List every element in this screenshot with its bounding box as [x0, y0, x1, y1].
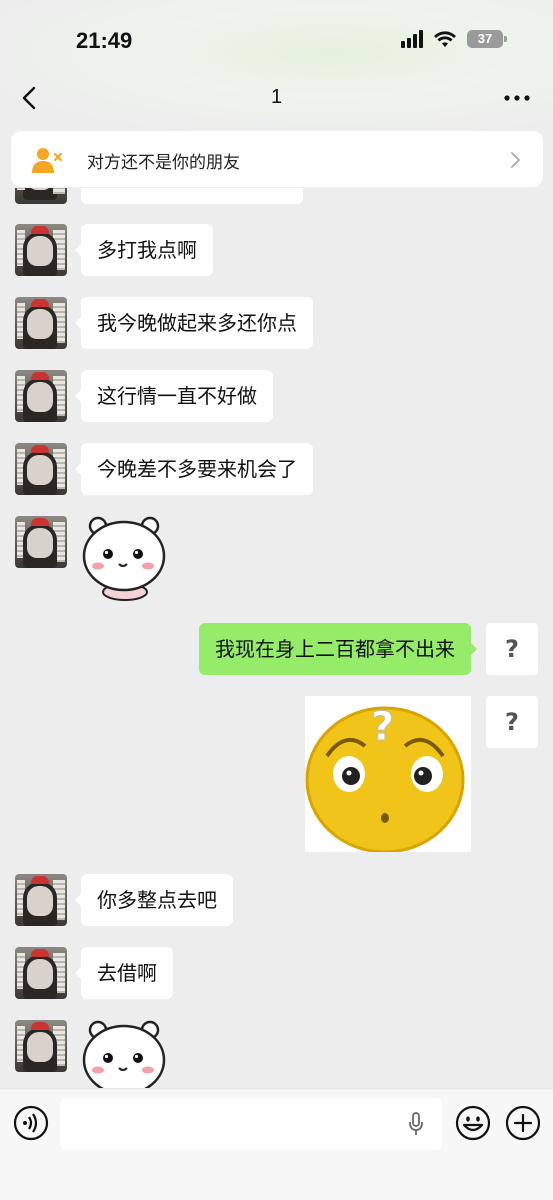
chat-list[interactable]: 多打我点啊 我今晚做起来多还你点 这行情一直不好做 今晚差不多要来机会了 我现在…	[0, 188, 553, 1088]
message-bubble[interactable]: 我今晚做起来多还你点	[75, 297, 313, 349]
input-bar	[0, 1088, 553, 1200]
avatar[interactable]	[15, 370, 67, 422]
message-input[interactable]	[60, 1098, 442, 1150]
more-dots-icon[interactable]	[503, 90, 531, 106]
message-bubble[interactable]: 你多整点去吧	[75, 874, 233, 926]
message-bubble[interactable]: 这行情一直不好做	[75, 370, 273, 422]
avatar[interactable]	[15, 947, 67, 999]
message-bubble[interactable]: 去借啊	[75, 947, 173, 999]
white-bear-sticker[interactable]	[80, 514, 170, 602]
svg-text:?: ?	[371, 704, 394, 750]
confused-face-sticker[interactable]: ?	[305, 696, 471, 852]
white-bear-sticker[interactable]	[80, 1018, 170, 1088]
chevron-right-icon	[511, 152, 520, 168]
avatar[interactable]	[15, 188, 67, 204]
self-avatar[interactable]: ?	[486, 696, 538, 748]
self-avatar[interactable]: ?	[486, 623, 538, 675]
emoji-icon[interactable]	[455, 1105, 491, 1141]
microphone-icon[interactable]	[408, 1112, 424, 1136]
notice-text: 对方还不是你的朋友	[87, 153, 240, 173]
voice-icon[interactable]	[13, 1105, 49, 1141]
avatar[interactable]	[15, 516, 67, 568]
avatar[interactable]	[15, 443, 67, 495]
message-bubble[interactable]: 今晚差不多要来机会了	[75, 443, 313, 495]
not-friend-notice[interactable]: 对方还不是你的朋友	[11, 131, 543, 187]
header-background	[0, 0, 553, 130]
message-bubble-partial	[81, 188, 303, 204]
status-time: 21:49	[76, 28, 133, 53]
message-bubble[interactable]: 多打我点啊	[75, 224, 213, 276]
add-friend-icon	[32, 148, 63, 173]
avatar[interactable]	[15, 297, 67, 349]
plus-circle-icon[interactable]	[505, 1105, 541, 1141]
message-bubble-sent[interactable]: 我现在身上二百都拿不出来	[199, 623, 477, 675]
status-icons: 37	[401, 30, 507, 48]
avatar[interactable]	[15, 874, 67, 926]
avatar[interactable]	[15, 224, 67, 276]
signal-icon	[401, 30, 423, 48]
avatar[interactable]	[15, 1020, 67, 1072]
chat-title: 1	[270, 86, 283, 108]
battery-indicator: 37	[467, 30, 507, 48]
wifi-icon	[434, 31, 456, 47]
